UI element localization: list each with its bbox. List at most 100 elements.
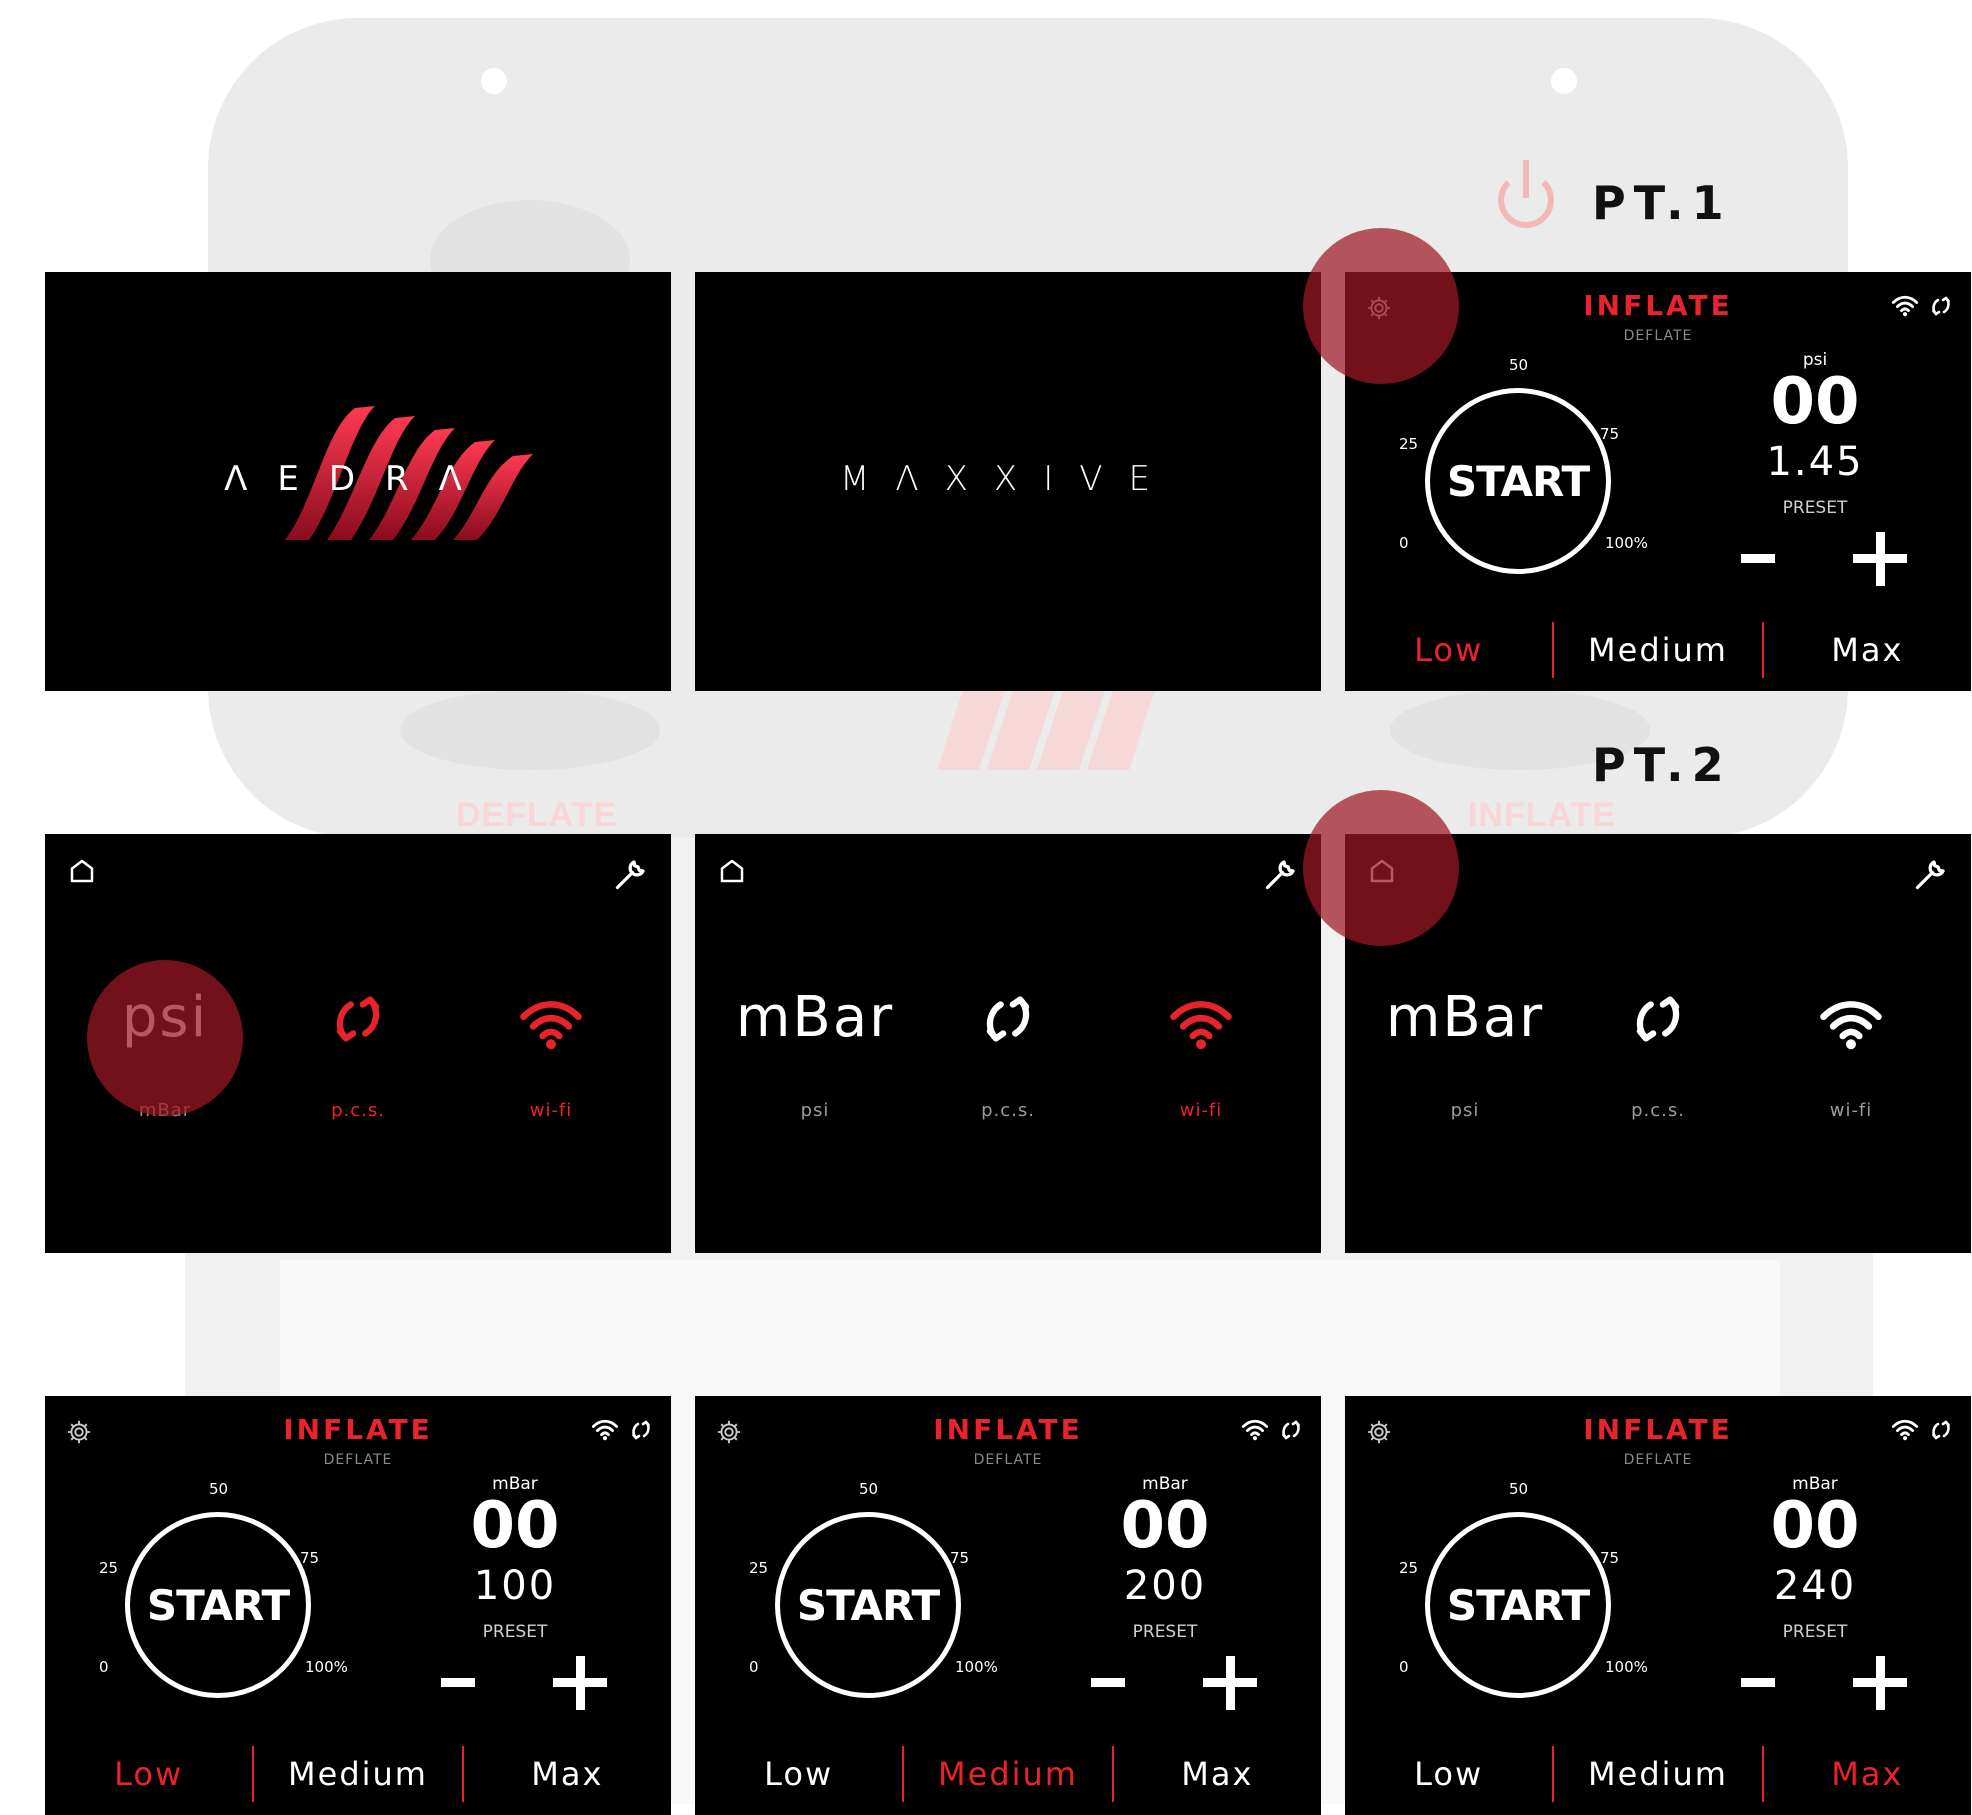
preset-value: 240: [1773, 1563, 1857, 1609]
start-button[interactable]: START: [1425, 1512, 1611, 1698]
wrench-icon[interactable]: [1263, 856, 1299, 896]
deflate-option[interactable]: DEFLATE: [1345, 328, 1971, 344]
pcs-label: p.c.s.: [331, 1100, 385, 1121]
increase-button-stem[interactable]: [1876, 1656, 1885, 1710]
unit-alternate: psi: [1450, 1100, 1480, 1121]
mode-selector: Low Medium Max: [45, 1746, 671, 1802]
wifi-label: wi-fi: [529, 1100, 573, 1121]
dial-tick-label: 50: [1509, 356, 1529, 374]
dial-tick-label: 75: [300, 1549, 320, 1567]
inflate-title[interactable]: INFLATE: [695, 1413, 1321, 1446]
mode-medium[interactable]: Medium: [1554, 622, 1761, 678]
current-pressure: 00: [1770, 365, 1860, 439]
dial-tick-label: 50: [859, 1480, 879, 1498]
wifi-label: wi-fi: [1179, 1100, 1223, 1121]
device-deflate-label: DEFLATE: [456, 796, 618, 834]
pcs-label: p.c.s.: [981, 1100, 1035, 1121]
wrench-icon[interactable]: [613, 856, 649, 896]
mode-low[interactable]: Low: [1345, 622, 1552, 678]
mode-low[interactable]: Low: [1345, 1746, 1552, 1802]
wifi-icon: [1241, 1419, 1269, 1445]
sync-icon: [1929, 294, 1953, 322]
mode-medium[interactable]: Medium: [254, 1746, 461, 1802]
device-knob-bottom-left: [400, 690, 660, 770]
unit-toggle[interactable]: mBar psi: [715, 982, 915, 1121]
mode-selector: Low Medium Max: [695, 1746, 1321, 1802]
home-icon[interactable]: [1367, 856, 1397, 890]
mode-medium[interactable]: Medium: [904, 1746, 1111, 1802]
home-icon[interactable]: [67, 856, 97, 890]
status-icons: [591, 1418, 653, 1446]
inflate-title[interactable]: INFLATE: [1345, 1413, 1971, 1446]
deflate-option[interactable]: DEFLATE: [1345, 1452, 1971, 1468]
pcs-label: p.c.s.: [1631, 1100, 1685, 1121]
status-icons: [1241, 1418, 1303, 1446]
inflate-screen-mbar-max: INFLATE DEFLATE START 0 25 50 75 100% mBar 00 240 P…: [1345, 1396, 1971, 1815]
decrease-button[interactable]: [441, 1678, 475, 1687]
unit-toggle[interactable]: psi mBar: [65, 982, 265, 1121]
deflate-option[interactable]: DEFLATE: [695, 1452, 1321, 1468]
mode-low[interactable]: Low: [695, 1746, 902, 1802]
wifi-icon: [451, 982, 651, 1054]
mode-max[interactable]: Max: [464, 1746, 671, 1802]
sync-icon: [258, 982, 458, 1054]
inflate-screen-psi: INFLATE DEFLATE START 0 25 50 75 100% psi 00 1.45 P…: [1345, 272, 1971, 691]
splash-screen-maxxive: MΛXXIVE: [695, 272, 1321, 691]
dial-tick-label: 100%: [955, 1658, 998, 1676]
wifi-toggle[interactable]: wi-fi: [451, 982, 651, 1121]
mode-medium[interactable]: Medium: [1554, 1746, 1761, 1802]
wifi-icon: [1891, 1419, 1919, 1445]
decrease-button[interactable]: [1091, 1678, 1125, 1687]
mode-max[interactable]: Max: [1764, 622, 1971, 678]
dial-tick-label: 0: [1399, 1658, 1409, 1676]
aedra-wordmark: ΛEDRΛ: [224, 459, 492, 499]
wifi-icon: [1101, 982, 1301, 1054]
mode-low[interactable]: Low: [45, 1746, 252, 1802]
settings-screen-3: mBar psi p.c.s. wi-fi: [1345, 834, 1971, 1253]
preset-value: 100: [473, 1563, 557, 1609]
unit-current: mBar: [735, 985, 895, 1050]
dial-tick-label: 75: [950, 1549, 970, 1567]
unit-alternate: psi: [800, 1100, 830, 1121]
preset-value: 200: [1123, 1563, 1207, 1609]
increase-button-stem[interactable]: [1226, 1656, 1235, 1710]
sync-icon: [1279, 1418, 1303, 1446]
wifi-toggle[interactable]: wi-fi: [1101, 982, 1301, 1121]
settings-screen-1: psi mBar p.c.s. wi-fi: [45, 834, 671, 1253]
current-pressure: 00: [1120, 1489, 1210, 1563]
wrench-icon[interactable]: [1913, 856, 1949, 896]
wifi-icon: [591, 1419, 619, 1445]
dial-tick-label: 75: [1600, 425, 1620, 443]
start-button[interactable]: START: [775, 1512, 961, 1698]
dial-tick-label: 25: [99, 1559, 119, 1577]
preset-label: PRESET: [1132, 1622, 1198, 1642]
decrease-button[interactable]: [1741, 1678, 1775, 1687]
home-icon[interactable]: [717, 856, 747, 890]
inflate-title[interactable]: INFLATE: [45, 1413, 671, 1446]
wifi-toggle[interactable]: wi-fi: [1751, 982, 1951, 1121]
inflate-title[interactable]: INFLATE: [1345, 289, 1971, 322]
splash-screen-aedra: ΛEDRΛ: [45, 272, 671, 691]
decrease-button[interactable]: [1741, 554, 1775, 563]
mode-max[interactable]: Max: [1764, 1746, 1971, 1802]
dial-tick-label: 50: [1509, 1480, 1529, 1498]
start-button[interactable]: START: [125, 1512, 311, 1698]
increase-button-stem[interactable]: [1876, 532, 1885, 586]
increase-button-stem[interactable]: [576, 1656, 585, 1710]
settings-screen-2: mBar psi p.c.s. wi-fi: [695, 834, 1321, 1253]
dial-tick-label: 100%: [1605, 1658, 1648, 1676]
dial-tick-label: 25: [1399, 1559, 1419, 1577]
start-button[interactable]: START: [1425, 388, 1611, 574]
device-screw-left: [481, 68, 507, 94]
mode-selector: Low Medium Max: [1345, 622, 1971, 678]
preset-label: PRESET: [1782, 1622, 1848, 1642]
maxxive-wordmark: MΛXXIVE: [840, 459, 1176, 499]
mode-max[interactable]: Max: [1114, 1746, 1321, 1802]
pcs-toggle[interactable]: p.c.s.: [1558, 982, 1758, 1121]
device-screw-right: [1551, 68, 1577, 94]
preset-value: 1.45: [1766, 439, 1864, 485]
unit-toggle[interactable]: mBar psi: [1365, 982, 1565, 1121]
deflate-option[interactable]: DEFLATE: [45, 1452, 671, 1468]
pcs-toggle[interactable]: p.c.s.: [258, 982, 458, 1121]
pcs-toggle[interactable]: p.c.s.: [908, 982, 1108, 1121]
